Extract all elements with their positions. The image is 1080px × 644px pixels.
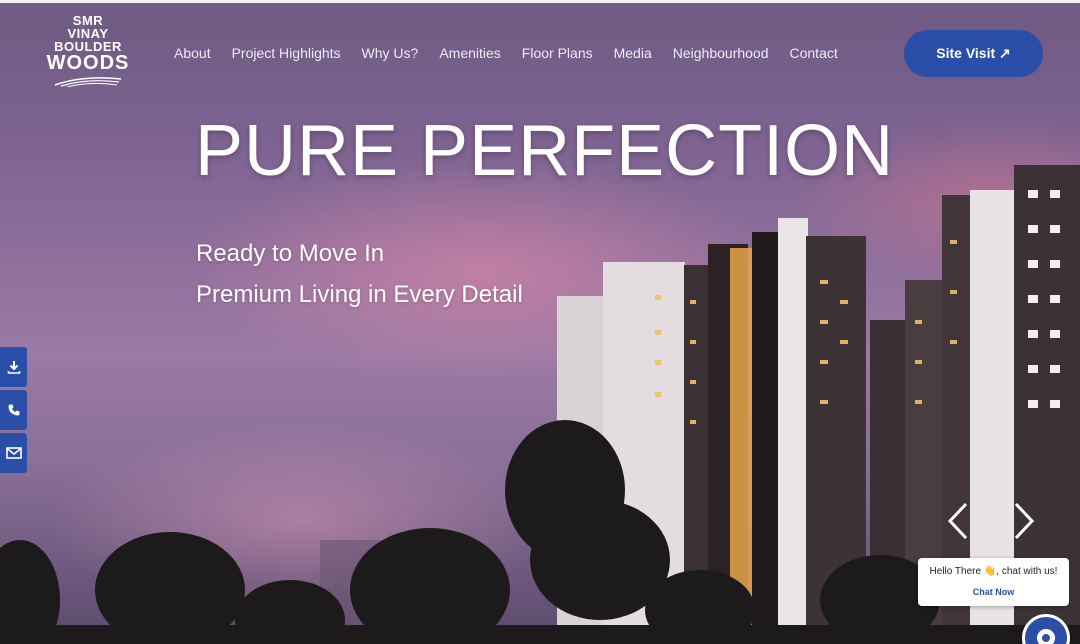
nav-contact[interactable]: Contact [790,45,838,61]
nav-about[interactable]: About [174,45,211,61]
hero-subtitle-1: Ready to Move In [196,240,385,267]
chevron-left-icon[interactable] [944,500,972,542]
chevron-right-icon[interactable] [1010,500,1038,542]
nav-neighbourhood[interactable]: Neighbourhood [673,45,769,61]
nav-amenities[interactable]: Amenities [439,45,500,61]
logo-line-4: WOODS [46,52,130,74]
mail-icon [5,447,22,459]
hero-background-image [0,165,1080,644]
brand-logo[interactable]: SMR VINAY BOULDER WOODS [36,14,140,87]
hero-subtitle-2: Premium Living in Every Detail [196,281,523,308]
site-visit-button[interactable]: Site Visit ↗ [904,30,1043,77]
download-button[interactable] [0,347,27,387]
chat-icon [1037,629,1055,644]
nav-why-us[interactable]: Why Us? [362,45,419,61]
chat-bubble[interactable]: Hello There 👋, chat with us! Chat Now [918,558,1069,606]
site-visit-label: Site Visit ↗ [936,45,1011,61]
nav-floor-plans[interactable]: Floor Plans [522,45,593,61]
call-button[interactable] [0,390,27,430]
chat-launcher-button[interactable] [1022,614,1070,644]
chat-greeting: Hello There 👋, chat with us! [929,566,1058,577]
email-button[interactable] [0,433,27,473]
logo-waves-icon [54,77,122,87]
download-icon [7,361,20,374]
phone-icon [8,404,19,416]
hero-section: SMR VINAY BOULDER WOODS About Project Hi… [0,0,1080,644]
top-border [0,0,1080,3]
nav-project-highlights[interactable]: Project Highlights [232,45,341,61]
main-nav: About Project Highlights Why Us? Ameniti… [174,45,859,61]
chat-now-link[interactable]: Chat Now [918,587,1069,597]
nav-media[interactable]: Media [614,45,652,61]
hero-headline: PURE PERFECTION [195,111,895,191]
